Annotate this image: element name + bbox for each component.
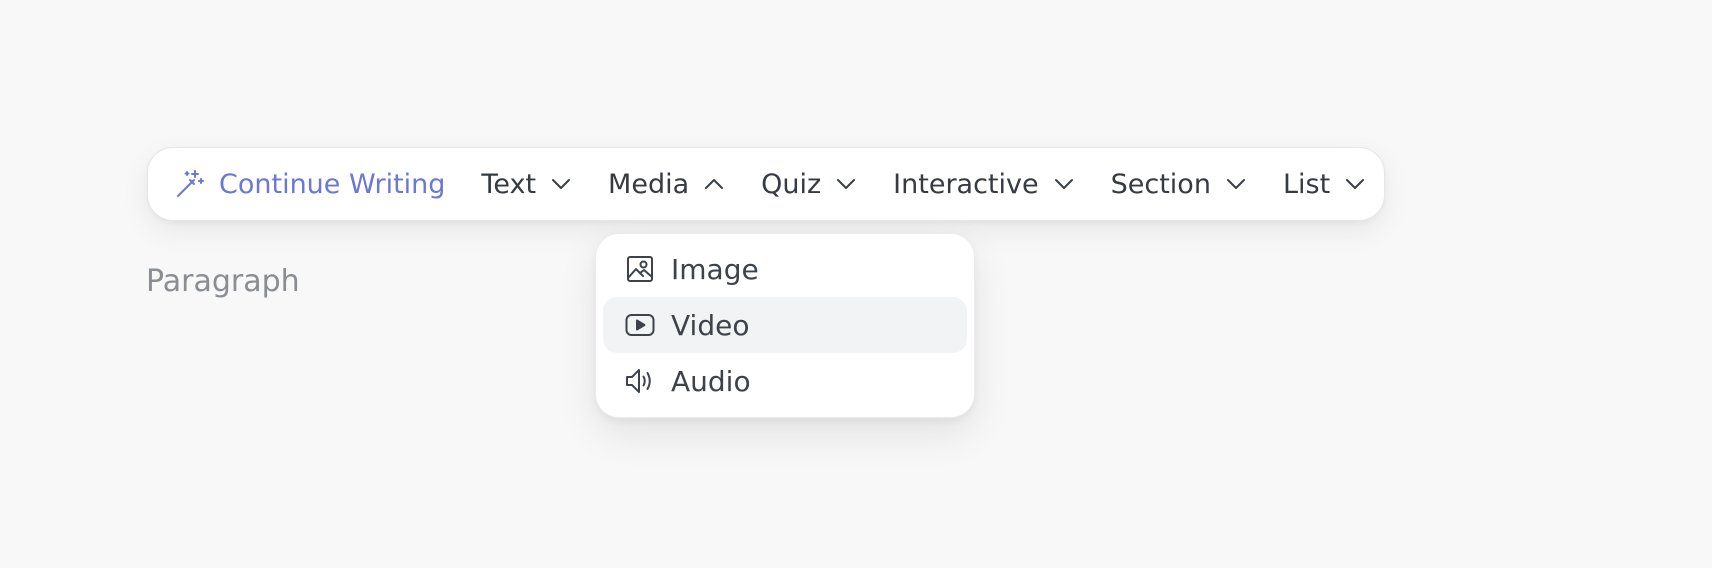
media-option-audio[interactable]: Audio <box>603 353 967 409</box>
chevron-up-icon <box>703 173 725 195</box>
chevron-down-icon <box>1225 173 1247 195</box>
menu-list[interactable]: List <box>1283 148 1366 220</box>
menu-text[interactable]: Text <box>481 148 572 220</box>
menu-interactive[interactable]: Interactive <box>893 148 1074 220</box>
continue-writing-button[interactable]: Continue Writing <box>175 148 445 220</box>
chevron-down-icon <box>835 173 857 195</box>
menu-quiz-label: Quiz <box>761 168 822 200</box>
menu-list-label: List <box>1282 168 1331 200</box>
chevron-down-icon <box>1053 173 1075 195</box>
chevron-down-icon <box>550 173 572 195</box>
media-dropdown-menu: Image Video Audio <box>595 233 975 418</box>
media-option-image[interactable]: Image <box>603 241 967 297</box>
continue-writing-label: Continue Writing <box>219 168 446 200</box>
menu-interactive-label: Interactive <box>893 168 1039 200</box>
paragraph-placeholder[interactable]: Paragraph <box>146 264 300 299</box>
menu-section-label: Section <box>1110 168 1211 200</box>
video-icon <box>625 310 655 340</box>
menu-text-label: Text <box>481 168 537 200</box>
media-option-video-label: Video <box>671 308 750 342</box>
editor-toolbar: Continue Writing Text Media Quiz Interac… <box>147 147 1385 221</box>
menu-media-label: Media <box>608 168 690 200</box>
media-option-audio-label: Audio <box>671 364 751 398</box>
menu-section[interactable]: Section <box>1111 148 1247 220</box>
speaker-icon <box>625 366 655 396</box>
menu-media[interactable]: Media <box>608 148 725 220</box>
image-icon <box>625 254 655 284</box>
menu-quiz[interactable]: Quiz <box>761 148 857 220</box>
magic-wand-icon <box>175 169 205 199</box>
media-option-video[interactable]: Video <box>603 297 967 353</box>
media-option-image-label: Image <box>671 252 759 286</box>
chevron-down-icon <box>1344 173 1366 195</box>
